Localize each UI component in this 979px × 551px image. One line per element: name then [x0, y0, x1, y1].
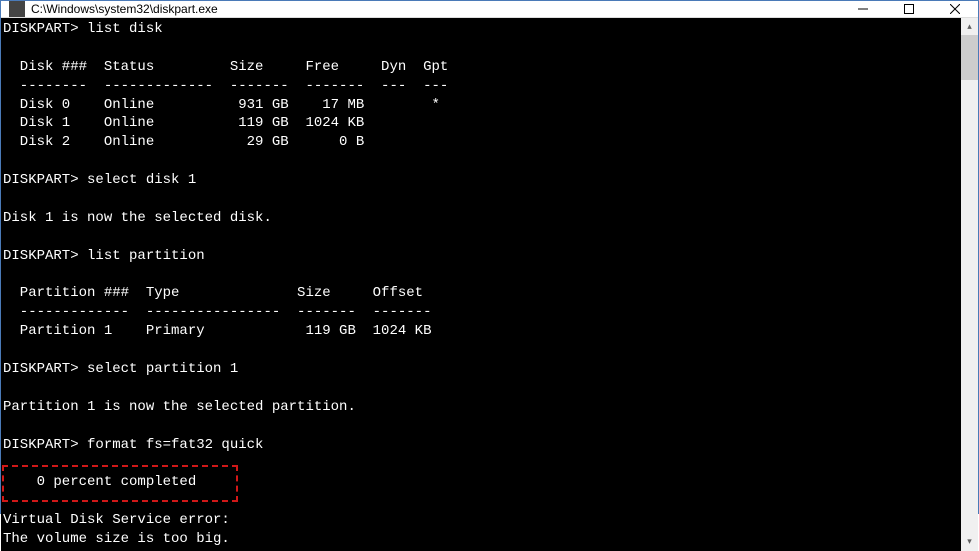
close-icon — [950, 4, 960, 14]
maximize-icon — [904, 4, 914, 14]
close-button[interactable] — [932, 1, 978, 17]
app-icon — [9, 1, 25, 17]
minimize-icon — [858, 4, 868, 14]
terminal-area: DISKPART> list disk Disk ### Status Size… — [1, 18, 978, 551]
minimize-button[interactable] — [840, 1, 886, 17]
titlebar[interactable]: C:\Windows\system32\diskpart.exe — [1, 1, 978, 18]
terminal-output[interactable]: DISKPART> list disk Disk ### Status Size… — [1, 18, 961, 551]
diskpart-window: C:\Windows\system32\diskpart.exe DISKPAR… — [0, 0, 979, 514]
vertical-scrollbar[interactable]: ▴ ▾ — [961, 18, 978, 551]
window-title: C:\Windows\system32\diskpart.exe — [31, 2, 840, 16]
scroll-down-arrow[interactable]: ▾ — [961, 534, 978, 551]
scroll-track[interactable] — [961, 35, 978, 534]
scroll-up-arrow[interactable]: ▴ — [961, 18, 978, 35]
window-controls — [840, 1, 978, 17]
maximize-button[interactable] — [886, 1, 932, 17]
scroll-thumb[interactable] — [961, 35, 978, 80]
